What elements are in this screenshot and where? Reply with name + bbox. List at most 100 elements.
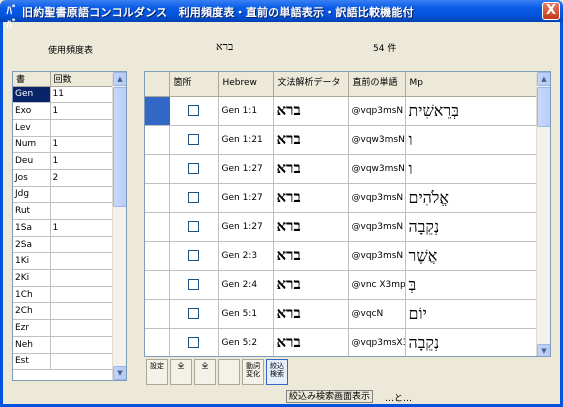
hebrew-cell[interactable]: ברא [273, 328, 349, 356]
scroll-up-icon[interactable]: ▲ [113, 72, 126, 86]
row-selector[interactable] [145, 154, 170, 184]
row-selector[interactable] [145, 125, 170, 155]
occurrence-row[interactable]: Gen 1:21ברא@vqw3msNו@PcN [145, 125, 538, 155]
hebrew-cell[interactable]: ברא [273, 299, 349, 329]
column-header-hebrew[interactable]: Hebrew [218, 72, 274, 97]
hebrew-cell[interactable]: ברא [273, 212, 349, 242]
occurrence-row[interactable]: Gen 2:3ברא@vqp3msNאֲשֶׁר@PrN [145, 241, 538, 271]
book-cell[interactable]: 1Sa [13, 219, 51, 237]
occurrence-row[interactable]: Gen 1:27ברא@vqw3msNו@PcN [145, 154, 538, 184]
book-cell[interactable]: 1Ki [13, 252, 51, 271]
row-selector[interactable] [145, 299, 170, 329]
count-cell[interactable]: 1 [50, 102, 114, 120]
column-header-previous-word[interactable]: 直前の単語 [348, 72, 406, 97]
book-cell[interactable]: Rut [13, 202, 51, 220]
previous-word-cell[interactable]: אֱלֹהִים [405, 183, 538, 213]
frequency-row[interactable]: 1Ch [13, 286, 114, 304]
frequency-row[interactable]: Num 1 [13, 136, 114, 154]
row-checkbox-cell[interactable] [169, 328, 219, 356]
hebrew-cell[interactable]: ברא [273, 241, 349, 271]
book-cell[interactable]: 2Sa [13, 236, 51, 254]
parse-cell[interactable]: @vqw3msN [348, 154, 406, 184]
previous-word-cell[interactable]: נְקֵבָה [405, 212, 538, 242]
copy-button[interactable] [218, 359, 240, 385]
row-checkbox[interactable] [188, 163, 199, 174]
previous-word-cell[interactable]: ו [405, 125, 538, 155]
row-selector[interactable] [145, 212, 170, 242]
filter-screen-button[interactable]: 絞込み検索画面表示 [286, 390, 374, 403]
row-checkbox[interactable] [188, 192, 199, 203]
row-checkbox[interactable] [188, 105, 199, 116]
count-cell[interactable]: 1 [50, 136, 114, 154]
book-cell[interactable]: 1Ch [13, 286, 51, 304]
scroll-up-icon[interactable]: ▲ [537, 72, 550, 86]
previous-word-cell[interactable]: בְּ [405, 270, 538, 300]
check-all-button[interactable]: 全 [194, 359, 216, 385]
previous-word-cell[interactable]: אֲשֶׁר [405, 241, 538, 271]
frequency-row[interactable]: Exo 1 [13, 102, 114, 120]
frequency-row[interactable]: 2Ki [13, 269, 114, 287]
row-checkbox[interactable] [188, 308, 199, 319]
column-header-mp[interactable]: Mp [405, 72, 538, 97]
scroll-thumb[interactable] [537, 87, 550, 127]
count-cell[interactable] [50, 319, 114, 337]
reference-cell[interactable]: Gen 1:1 [218, 96, 274, 126]
book-cell[interactable]: Neh [13, 336, 51, 354]
count-cell[interactable] [50, 353, 114, 371]
count-cell[interactable]: 1 [50, 219, 114, 237]
row-checkbox[interactable] [188, 250, 199, 261]
frequency-row[interactable]: Deu 1 [13, 152, 114, 170]
count-cell[interactable]: 11 [50, 86, 114, 104]
hebrew-cell[interactable]: ברא [273, 96, 349, 126]
row-selector[interactable] [145, 96, 170, 126]
count-cell[interactable] [50, 186, 114, 204]
previous-word-cell[interactable]: נְקֵבָה [405, 328, 538, 356]
frequency-grid-scrollbar[interactable]: ▲ ▼ [112, 72, 126, 380]
column-header-count[interactable]: 回数 [50, 72, 114, 87]
hebrew-cell[interactable]: ברא [273, 125, 349, 155]
frequency-grid[interactable]: 書 回数 Gen 11 Exo 1 Lev Num 1 Deu 1 Jos 2 Jdg Rut 1Sa 1 2… [12, 71, 127, 381]
row-checkbox-cell[interactable] [169, 96, 219, 126]
book-cell[interactable]: Gen [13, 86, 51, 104]
previous-word-cell[interactable]: בְּרֵאשִׁית [405, 96, 538, 126]
count-cell[interactable] [50, 252, 114, 271]
book-cell[interactable]: 2Ch [13, 302, 51, 321]
frequency-row[interactable]: Ezr [13, 319, 114, 337]
parse-cell[interactable]: @vqcN [348, 299, 406, 329]
count-cell[interactable] [50, 286, 114, 304]
reference-cell[interactable]: Gen 2:4 [218, 270, 274, 300]
row-checkbox-cell[interactable] [169, 212, 219, 242]
occurrence-row[interactable]: Gen 5:1ברא@vqcNיוֹם@ncmsN [145, 299, 538, 329]
row-checkbox[interactable] [188, 279, 199, 290]
reference-cell[interactable]: Gen 5:2 [218, 328, 274, 356]
reference-cell[interactable]: Gen 5:1 [218, 299, 274, 329]
book-cell[interactable]: Num [13, 136, 51, 154]
row-selector[interactable] [145, 328, 170, 356]
verb-conjugation-button[interactable]: 動詞変化 [242, 359, 264, 385]
frequency-row[interactable]: 2Ch [13, 302, 114, 321]
book-cell[interactable]: Lev [13, 119, 51, 137]
reference-cell[interactable]: Gen 1:21 [218, 125, 274, 155]
frequency-row[interactable]: Neh [13, 336, 114, 354]
occurrence-grid[interactable]: 箇所 Hebrew 文法解析データ 直前の単語 Mp Gen 1:1 ברא @vq… [144, 71, 551, 357]
column-header-parse[interactable]: 文法解析データ [273, 72, 349, 97]
row-checkbox[interactable] [188, 221, 199, 232]
frequency-row[interactable]: Jdg [13, 186, 114, 204]
occurrence-row[interactable]: Gen 5:2ברא@vqp3msX3mpNנְקֵבָה@ncfsN [145, 328, 538, 356]
hebrew-cell[interactable]: ברא [273, 154, 349, 184]
occurrence-row[interactable]: Gen 1:27ברא@vqp3msNנְקֵבָה@ncfsN [145, 212, 538, 242]
book-cell[interactable]: Jos [13, 169, 51, 187]
count-cell[interactable]: 1 [50, 152, 114, 170]
column-header-book[interactable]: 書 [13, 72, 51, 87]
frequency-row[interactable]: Est [13, 353, 114, 371]
select-all-button[interactable]: 全 [170, 359, 192, 385]
row-checkbox-cell[interactable] [169, 183, 219, 213]
reference-cell[interactable]: Gen 2:3 [218, 241, 274, 271]
scroll-thumb[interactable] [113, 87, 126, 207]
count-cell[interactable] [50, 119, 114, 137]
count-cell[interactable] [50, 236, 114, 254]
previous-word-cell[interactable]: ו [405, 154, 538, 184]
scroll-down-icon[interactable]: ▼ [537, 344, 550, 356]
frequency-row[interactable]: Rut [13, 202, 114, 220]
parse-cell[interactable]: @vqp3msN [348, 96, 406, 126]
